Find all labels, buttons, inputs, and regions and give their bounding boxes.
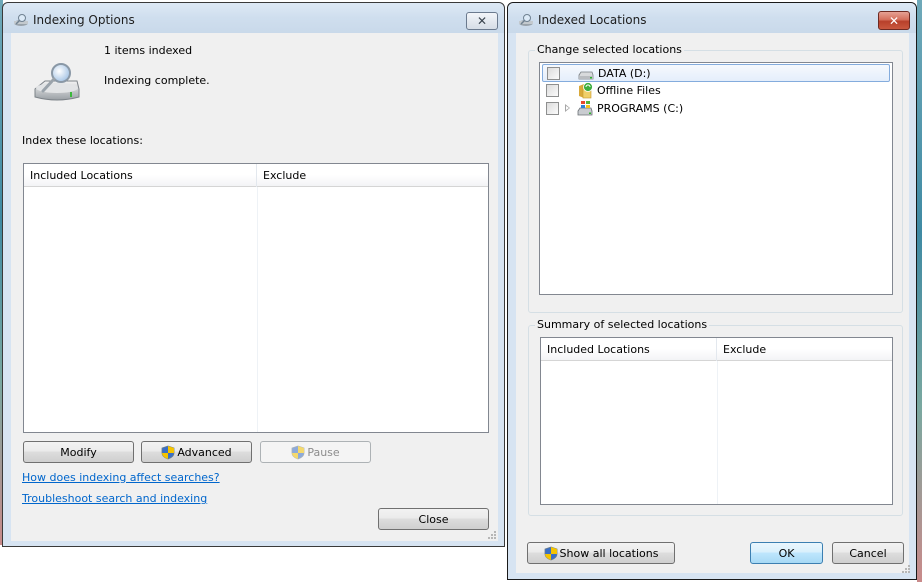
advanced-label: Advanced	[177, 445, 232, 459]
indexing-icon	[519, 14, 533, 26]
change-locations-group: Change selected locations DATA (D:) Offl…	[528, 43, 903, 313]
close-icon: ✕	[476, 14, 488, 28]
modify-label: Modify	[60, 445, 97, 459]
list-header: Included Locations Exclude	[24, 164, 488, 187]
resize-grip[interactable]	[487, 530, 497, 540]
column-header-included[interactable]: Included Locations	[541, 338, 717, 361]
tree-item-checkbox[interactable]	[546, 84, 559, 97]
items-indexed-count: 1 items indexed	[104, 44, 193, 57]
dialog-body: 1 items indexed Indexing complete. Index…	[11, 33, 498, 541]
uac-shield-icon	[291, 445, 305, 459]
window-title: Indexing Options	[33, 13, 135, 27]
column-divider	[717, 361, 718, 504]
troubleshoot-link[interactable]: Troubleshoot search and indexing	[22, 492, 207, 505]
cancel-label: Cancel	[849, 546, 887, 560]
index-locations-label: Index these locations:	[22, 134, 143, 147]
desktop-background	[917, 0, 922, 582]
locations-tree[interactable]: DATA (D:) Offline Files PROGRAMS (C:)	[539, 62, 893, 295]
show-all-label: Show all locations	[559, 546, 659, 560]
close-window-button[interactable]: ✕	[466, 12, 498, 30]
tree-item-label: Offline Files	[597, 84, 661, 97]
tree-item-label: DATA (D:)	[598, 67, 651, 80]
tree-item-checkbox[interactable]	[547, 67, 560, 80]
windows-drive-icon	[577, 101, 593, 116]
hard-drive-icon	[578, 71, 594, 80]
title-bar[interactable]: Indexing Options ✕	[3, 3, 504, 33]
show-all-locations-button[interactable]: Show all locations	[527, 542, 675, 564]
expand-arrow-icon[interactable]	[565, 104, 570, 112]
close-window-button[interactable]: ✕	[878, 11, 910, 30]
close-label: Close	[418, 512, 449, 526]
summary-group: Summary of selected locations Included L…	[528, 318, 903, 516]
close-button[interactable]: Close	[378, 508, 489, 530]
tree-item-checkbox[interactable]	[546, 102, 559, 115]
tree-item-data-drive[interactable]: DATA (D:)	[542, 64, 890, 82]
uac-shield-icon	[544, 546, 557, 560]
list-header: Included Locations Exclude	[541, 338, 892, 361]
column-header-exclude[interactable]: Exclude	[717, 338, 892, 361]
modify-button[interactable]: Modify	[23, 441, 134, 463]
uac-shield-icon	[161, 445, 175, 459]
tree-item-offline-files[interactable]: Offline Files	[542, 82, 890, 100]
close-icon: ✕	[888, 13, 900, 28]
summary-label: Summary of selected locations	[535, 318, 710, 331]
indexing-drive-icon	[34, 63, 80, 101]
indexed-locations-window: Indexed Locations ✕ Change selected loca…	[507, 2, 917, 580]
summary-locations-list[interactable]: Included Locations Exclude	[540, 337, 893, 505]
column-header-included[interactable]: Included Locations	[24, 164, 257, 187]
title-bar[interactable]: Indexed Locations ✕	[508, 3, 916, 33]
resize-grip[interactable]	[901, 564, 911, 574]
indexing-icon	[14, 14, 28, 26]
offline-files-icon	[579, 82, 593, 99]
dialog-body: Change selected locations DATA (D:) Offl…	[516, 33, 911, 574]
included-locations-list[interactable]: Included Locations Exclude	[23, 163, 489, 433]
advanced-button[interactable]: Advanced	[141, 441, 252, 463]
column-divider	[257, 187, 258, 432]
how-indexing-link[interactable]: How does indexing affect searches?	[22, 471, 220, 484]
column-header-exclude[interactable]: Exclude	[257, 164, 488, 187]
tree-item-label: PROGRAMS (C:)	[597, 102, 684, 115]
indexing-status: Indexing complete.	[104, 74, 210, 87]
ok-button[interactable]: OK	[750, 542, 823, 564]
ok-label: OK	[778, 546, 795, 560]
tree-item-programs-drive[interactable]: PROGRAMS (C:)	[542, 100, 890, 118]
indexing-options-window: Indexing Options ✕ 1 items indexed Index…	[2, 2, 505, 547]
change-locations-label: Change selected locations	[535, 43, 684, 56]
cancel-button[interactable]: Cancel	[832, 542, 904, 564]
pause-button[interactable]: Pause	[260, 441, 371, 463]
pause-label: Pause	[307, 445, 340, 459]
window-title: Indexed Locations	[538, 13, 647, 27]
